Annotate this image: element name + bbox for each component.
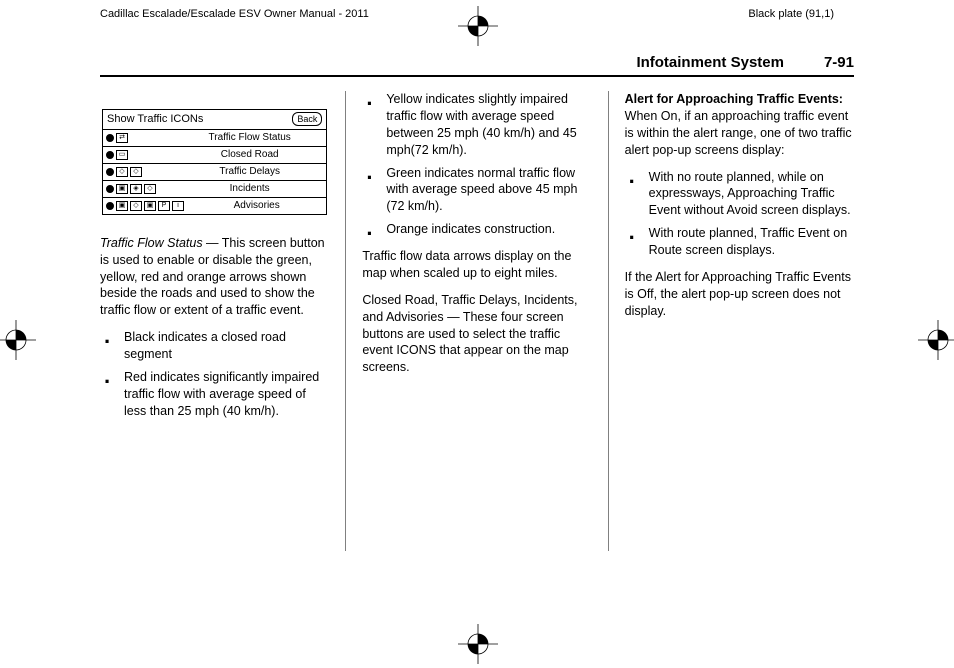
figure-icons: ▣◇▣Pi (103, 200, 187, 212)
bullet-item: With route planned, Traffic Event on Rou… (625, 225, 854, 259)
lead-term: Traffic Flow Status (100, 236, 203, 250)
registration-mark-left (0, 320, 36, 360)
incident-icon: ◈ (130, 184, 142, 194)
bullet-list: Black indicates a closed road segment Re… (100, 329, 329, 419)
figure-row: ▭ Closed Road (103, 147, 326, 164)
figure-header: Show Traffic ICONs Back (103, 110, 326, 130)
delay-icon: ◇ (130, 167, 142, 177)
bullet-item: Black indicates a closed road segment (100, 329, 329, 363)
advisory-icon: ▣ (144, 201, 156, 211)
plate-label: Black plate (91,1) (748, 8, 834, 20)
figure-row-label: Advisories (187, 198, 326, 214)
figure-row: ▣◈◇ Incidents (103, 181, 326, 198)
content-area: Show Traffic ICONs Back ⇄ Traffic Flow S… (100, 91, 854, 551)
back-button: Back (292, 112, 322, 126)
manual-title: Cadillac Escalade/Escalade ESV Owner Man… (100, 8, 369, 20)
traffic-icons-figure: Show Traffic ICONs Back ⇄ Traffic Flow S… (102, 109, 327, 215)
arrows-icon: ⇄ (116, 133, 128, 143)
para-traffic-flow-status: Traffic Flow Status — This screen button… (100, 235, 329, 319)
figure-row: ▣◇▣Pi Advisories (103, 198, 326, 214)
column-3: Alert for Approaching Traffic Events: Wh… (625, 91, 854, 551)
para-flow-arrows: Traffic flow data arrows display on the … (362, 248, 591, 282)
figure-icons: ▣◈◇ (103, 183, 173, 195)
figure-icons: ◇◇ (103, 166, 173, 178)
lead-term-bold: Alert for Approaching Traffic Events: (625, 92, 843, 106)
bullet-item: Red indicates significantly impaired tra… (100, 369, 329, 420)
section-title: Infotainment System (636, 54, 784, 71)
bullet-item: Green indicates normal traffic flow with… (362, 165, 591, 216)
para-alert-events: Alert for Approaching Traffic Events: Wh… (625, 91, 854, 159)
radio-icon (106, 168, 114, 176)
para-screen-buttons: Closed Road, Traffic Delays, Incidents, … (362, 292, 591, 376)
bullet-item: With no route planned, while on expressw… (625, 169, 854, 220)
bullet-item: Yellow indicates slightly impaired traff… (362, 91, 591, 159)
radio-icon (106, 134, 114, 142)
figure-row: ◇◇ Traffic Delays (103, 164, 326, 181)
advisory-icon: P (158, 201, 170, 211)
figure-row: ⇄ Traffic Flow Status (103, 130, 326, 147)
figure-icons: ⇄ (103, 132, 173, 144)
bullet-list: Yellow indicates slightly impaired traff… (362, 91, 591, 238)
registration-mark-bottom (458, 624, 498, 664)
incident-icon: ◇ (144, 184, 156, 194)
figure-row-label: Traffic Delays (173, 164, 326, 180)
lead-rest: When On, if an approaching traffic event… (625, 109, 852, 157)
column-divider (608, 91, 609, 551)
page-header: Infotainment System 7-91 (100, 54, 854, 77)
print-header: Cadillac Escalade/Escalade ESV Owner Man… (0, 0, 954, 24)
radio-icon (106, 185, 114, 193)
advisory-icon: i (172, 201, 184, 211)
column-divider (345, 91, 346, 551)
bullet-list: With no route planned, while on expressw… (625, 169, 854, 259)
advisory-icon: ◇ (130, 201, 142, 211)
radio-icon (106, 202, 114, 210)
bullet-item: Orange indicates construction. (362, 221, 591, 238)
road-closed-icon: ▭ (116, 150, 128, 160)
para-alert-off: If the Alert for Approaching Traffic Eve… (625, 269, 854, 320)
delay-icon: ◇ (116, 167, 128, 177)
figure-title: Show Traffic ICONs (107, 112, 203, 127)
column-1: Show Traffic ICONs Back ⇄ Traffic Flow S… (100, 91, 329, 551)
incident-icon: ▣ (116, 184, 128, 194)
registration-mark-right (918, 320, 954, 360)
radio-icon (106, 151, 114, 159)
figure-icons: ▭ (103, 149, 173, 161)
page-number: 7-91 (824, 54, 854, 71)
figure-row-label: Incidents (173, 181, 326, 197)
column-2: Yellow indicates slightly impaired traff… (362, 91, 591, 551)
figure-row-label: Closed Road (173, 147, 326, 163)
figure-row-label: Traffic Flow Status (173, 130, 326, 146)
advisory-icon: ▣ (116, 201, 128, 211)
